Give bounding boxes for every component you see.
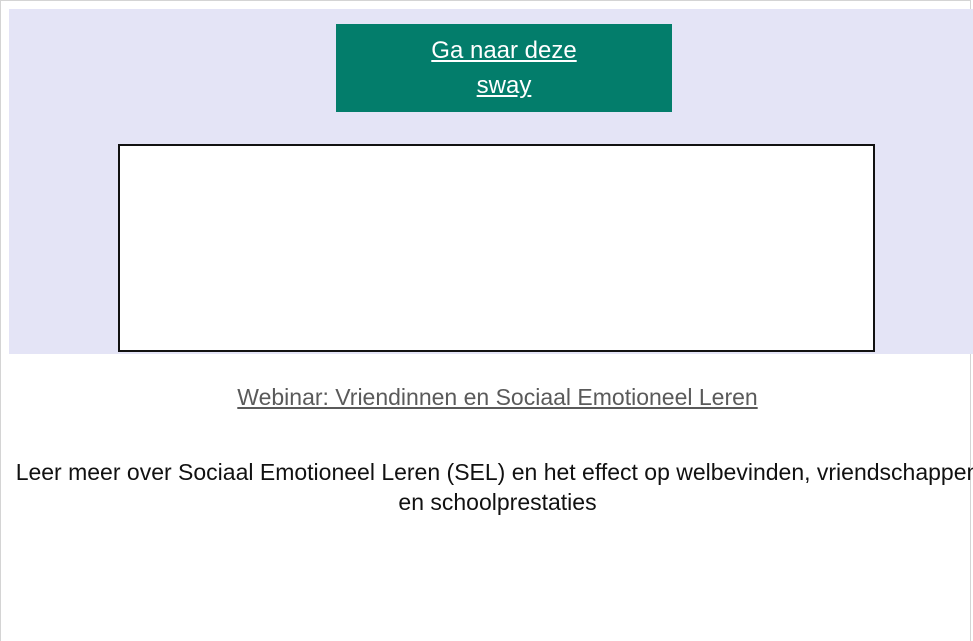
go-to-sway-button[interactable]: Ga naar deze sway <box>336 24 672 112</box>
go-to-sway-label: Ga naar deze sway <box>431 37 577 99</box>
webinar-link[interactable]: Webinar: Vriendinnen en Sociaal Emotione… <box>1 384 973 411</box>
description-text: Leer meer over Sociaal Emotioneel Leren … <box>15 459 973 515</box>
embedded-content-frame[interactable] <box>118 144 875 352</box>
page-frame: Ga naar deze sway Webinar: Vriendinnen e… <box>0 0 973 641</box>
